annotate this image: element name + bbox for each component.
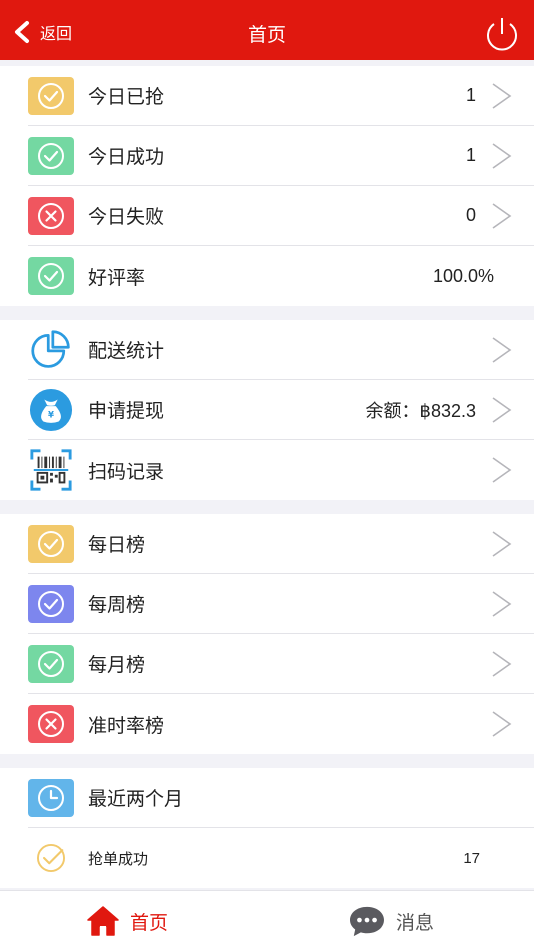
- pie-chart-icon: [28, 327, 74, 373]
- row-label: 申请提现: [88, 401, 165, 422]
- row-label: 每周榜: [88, 595, 146, 616]
- row-value: 1: [465, 85, 476, 105]
- check-circle-icon: [28, 835, 74, 881]
- row-label: 每日榜: [88, 535, 146, 556]
- bottom-tabbar: 首页 消息: [0, 890, 534, 950]
- today-success-row[interactable]: 今日成功 1: [28, 126, 534, 186]
- recent-header-label: 最近两个月: [88, 789, 184, 810]
- chevron-right-icon: [492, 142, 512, 169]
- check-circle-icon: [28, 584, 74, 623]
- check-circle-icon: [28, 524, 74, 563]
- money-bag-icon: ¥: [28, 387, 74, 433]
- clock-icon: [28, 778, 74, 817]
- main-content: 今日已抢 1 今日成功 1 今日失败 0 好评率 100.0% 配送统计 ¥ 申…: [0, 60, 534, 890]
- chevron-right-icon: [492, 82, 512, 109]
- x-circle-icon: [28, 196, 74, 235]
- ontime-ranking-row[interactable]: 准时率榜: [28, 694, 534, 754]
- row-label: 今日失败: [88, 207, 165, 228]
- tab-home[interactable]: 首页: [86, 891, 168, 950]
- balance-value: 余额：฿832.3: [365, 400, 477, 421]
- row-label: 今日成功: [88, 147, 165, 168]
- recent-group: 最近两个月 抢单成功 17: [0, 768, 534, 888]
- today-failed-row[interactable]: 今日失败 0: [28, 186, 534, 246]
- qr-scan-icon: [28, 447, 74, 493]
- chevron-right-icon: [492, 590, 512, 617]
- monthly-ranking-row[interactable]: 每月榜: [28, 634, 534, 694]
- row-label: 每月榜: [88, 655, 146, 676]
- row-value: 1: [465, 145, 476, 165]
- power-icon[interactable]: [482, 14, 522, 54]
- row-value: 17: [463, 849, 480, 867]
- chevron-right-icon: [492, 202, 512, 229]
- svg-text:¥: ¥: [48, 410, 54, 420]
- chevron-right-icon: [492, 650, 512, 677]
- daily-ranking-row[interactable]: 每日榜: [28, 514, 534, 574]
- row-label: 扫码记录: [88, 461, 165, 483]
- row-label: 配送统计: [88, 341, 165, 362]
- scan-records-row[interactable]: 扫码记录: [28, 440, 534, 500]
- tab-home-label: 首页: [130, 912, 169, 934]
- check-circle-icon: [28, 644, 74, 683]
- tab-messages-label: 消息: [396, 912, 435, 934]
- delivery-stats-row[interactable]: 配送统计: [28, 320, 534, 380]
- rating-row: 好评率 100.0%: [28, 246, 534, 306]
- row-label: 今日已抢: [88, 87, 165, 108]
- x-circle-icon: [28, 705, 74, 743]
- today-grabbed-row[interactable]: 今日已抢 1: [28, 66, 534, 126]
- today-stats-group: 今日已抢 1 今日成功 1 今日失败 0 好评率 100.0%: [0, 66, 534, 306]
- chat-bubble-icon: [350, 906, 384, 937]
- withdraw-row[interactable]: ¥ 申请提现 余额：฿832.3: [28, 380, 534, 440]
- recent-item-row: 抢单成功 17: [28, 828, 534, 888]
- row-label: 抢单成功: [88, 850, 149, 868]
- check-circle-icon: [28, 257, 74, 295]
- rankings-group: 每日榜 每周榜 每月榜 准时率榜: [0, 514, 534, 754]
- tab-messages[interactable]: 消息: [348, 891, 434, 950]
- top-navbar: 返回 首页: [0, 0, 534, 60]
- check-circle-icon: [28, 136, 74, 175]
- check-circle-icon: [28, 76, 74, 115]
- page-title: 首页: [247, 25, 286, 46]
- row-label: 准时率榜: [88, 715, 165, 737]
- recent-header-row: 最近两个月: [28, 768, 534, 828]
- chevron-right-icon: [492, 457, 512, 483]
- chevron-right-icon: [492, 336, 512, 363]
- weekly-ranking-row[interactable]: 每周榜: [28, 574, 534, 634]
- chevron-right-icon: [492, 530, 512, 557]
- row-value: 0: [465, 205, 476, 225]
- tools-group: 配送统计 ¥ 申请提现 余额：฿832.3 扫码记录: [0, 320, 534, 500]
- chevron-right-icon: [492, 711, 512, 737]
- home-icon: [87, 906, 119, 936]
- row-label: 好评率: [88, 267, 146, 289]
- row-value: 100.0%: [432, 265, 494, 286]
- chevron-right-icon: [492, 396, 512, 423]
